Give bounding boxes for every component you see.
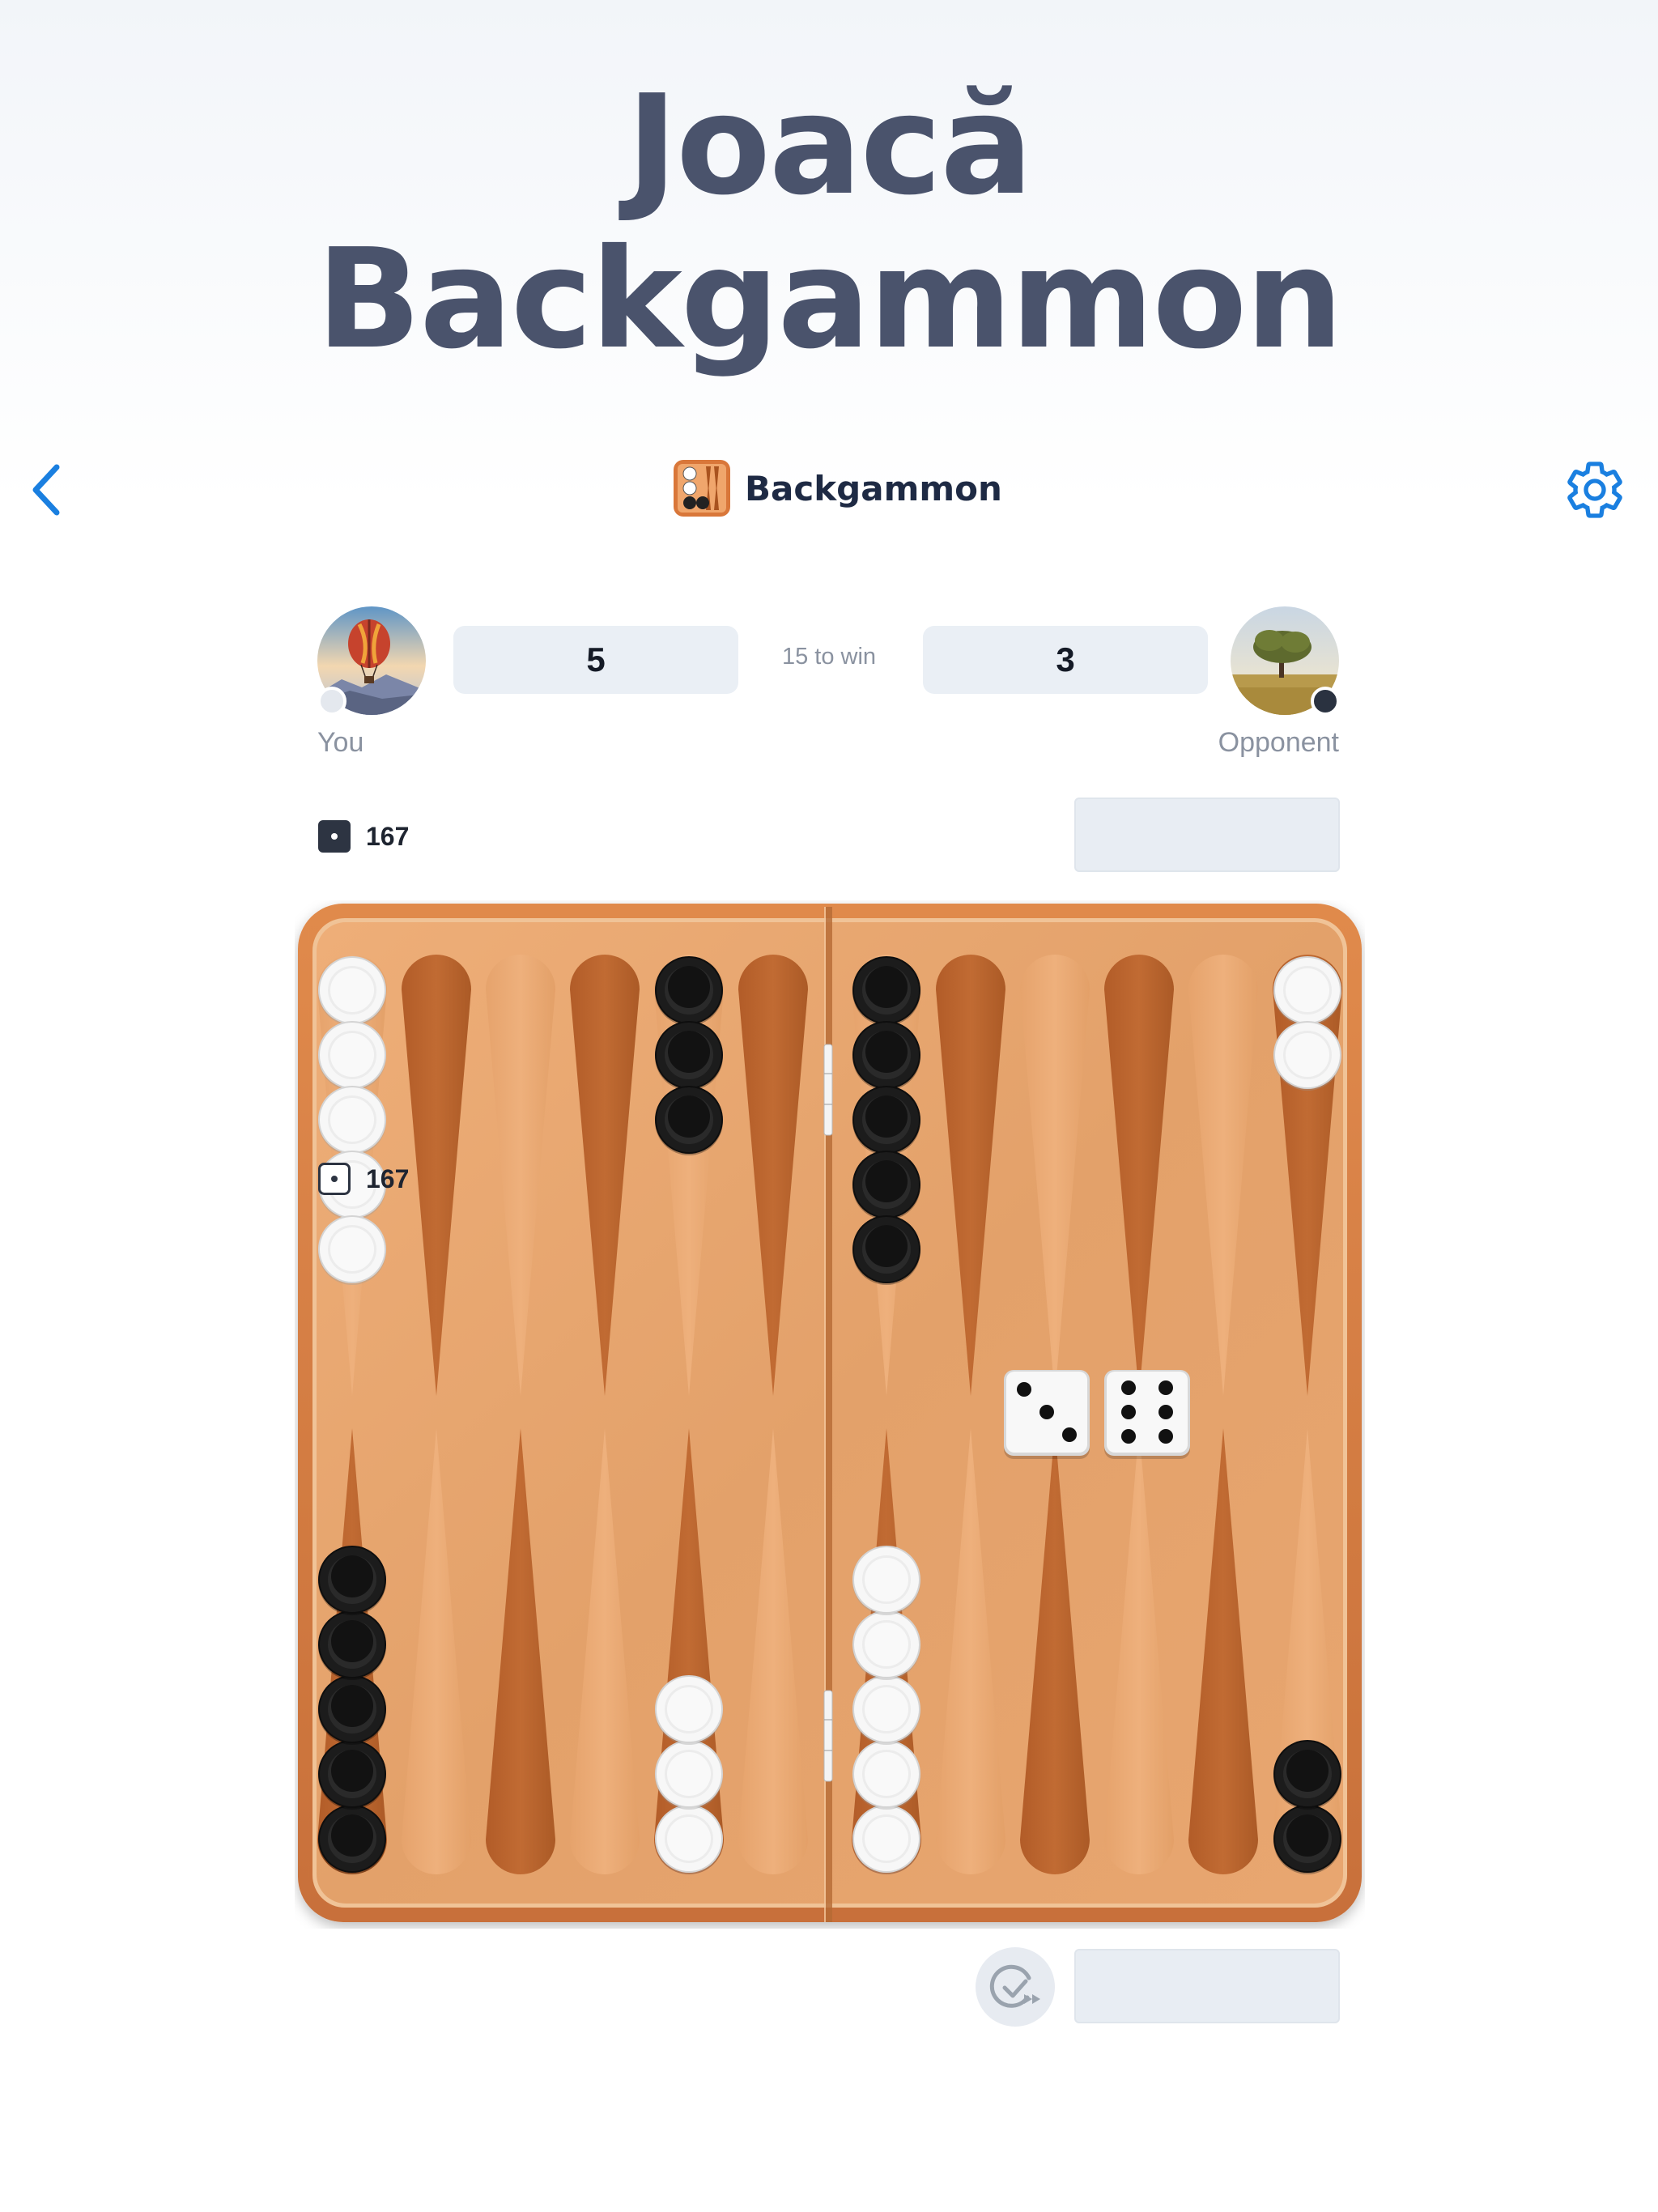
light-die-icon: [318, 1163, 351, 1195]
target-label: 15 to win: [781, 644, 877, 670]
backgammon-app-icon: [674, 460, 730, 517]
die-1[interactable]: [1001, 1368, 1092, 1463]
white-checker[interactable]: [317, 1019, 388, 1091]
white-checker[interactable]: [1272, 955, 1343, 1026]
white-checker[interactable]: [653, 1674, 725, 1745]
dark-die-icon: [318, 820, 351, 853]
black-checker[interactable]: [1272, 1738, 1343, 1810]
black-checker[interactable]: [653, 955, 725, 1026]
black-checker[interactable]: [317, 1738, 388, 1810]
chevron-left-icon: [32, 464, 60, 516]
back-button[interactable]: [24, 457, 73, 522]
headline-line-1: Joacă: [626, 66, 1033, 226]
black-checker[interactable]: [317, 1544, 388, 1615]
black-checker[interactable]: [851, 1214, 922, 1285]
white-checker[interactable]: [851, 1803, 922, 1874]
black-checker[interactable]: [317, 1609, 388, 1680]
black-checker[interactable]: [317, 1803, 388, 1874]
headline-line-2: Backgammon: [316, 219, 1344, 380]
white-checker[interactable]: [653, 1803, 725, 1874]
white-checker[interactable]: [653, 1738, 725, 1810]
white-checker[interactable]: [317, 955, 388, 1026]
opponent-action-box: [1074, 798, 1340, 872]
you-score: 5: [453, 626, 738, 694]
hero-banner: Joacă Backgammon: [0, 0, 1658, 502]
black-checker[interactable]: [317, 1674, 388, 1745]
gear-icon: [1567, 462, 1622, 518]
you-name: You: [317, 727, 364, 758]
black-checker[interactable]: [1272, 1803, 1343, 1874]
black-checker[interactable]: [653, 1019, 725, 1091]
white-checker[interactable]: [851, 1609, 922, 1680]
white-checker[interactable]: [851, 1544, 922, 1615]
white-checker[interactable]: [851, 1738, 922, 1810]
white-checker[interactable]: [1272, 1019, 1343, 1091]
opponent-pip-number: 167: [366, 821, 410, 851]
black-checker[interactable]: [851, 1149, 922, 1220]
white-checker[interactable]: [317, 1214, 388, 1285]
check-fast-forward-icon: [989, 1964, 1040, 2008]
you-pip-count: 167: [317, 1162, 409, 1196]
opponent-name: Opponent: [1218, 727, 1339, 758]
white-checker[interactable]: [317, 1084, 388, 1155]
opponent-status-indicator: [1311, 687, 1340, 716]
opponent-pip-count: 167: [317, 819, 409, 853]
nav-title: Backgammon: [674, 460, 1002, 517]
nav-title-text: Backgammon: [745, 468, 1002, 508]
black-checker[interactable]: [851, 1019, 922, 1091]
white-checker[interactable]: [851, 1674, 922, 1745]
black-checker[interactable]: [653, 1084, 725, 1155]
black-checker[interactable]: [851, 1084, 922, 1155]
auto-confirm-button[interactable]: [976, 1947, 1055, 2027]
die-2[interactable]: [1102, 1368, 1192, 1463]
black-checker[interactable]: [851, 955, 922, 1026]
settings-button[interactable]: [1562, 457, 1627, 522]
you-status-indicator: [317, 687, 346, 716]
you-pip-number: 167: [366, 1163, 410, 1193]
you-action-box: [1074, 1949, 1340, 2023]
opponent-score: 3: [923, 626, 1208, 694]
checker-layer: [295, 900, 1365, 1929]
